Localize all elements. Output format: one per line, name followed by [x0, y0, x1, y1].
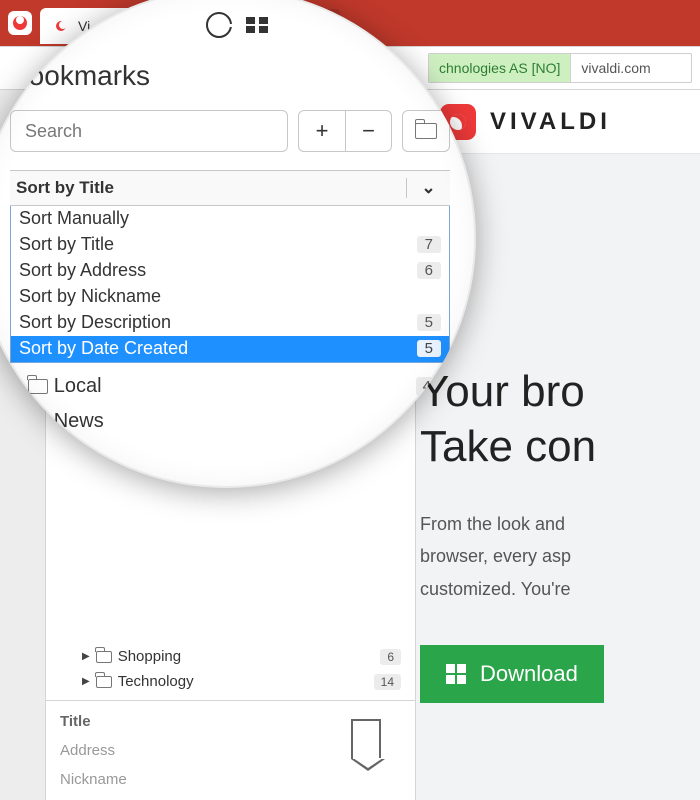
sort-option[interactable]: Sort by Title 7 [11, 232, 449, 258]
headline-1: Your bro [420, 364, 700, 419]
sort-option[interactable]: Sort by Nickname [11, 284, 449, 310]
folder-icon [28, 379, 48, 394]
sort-option-label: Sort by Nickname [19, 286, 161, 307]
windows-icon [446, 664, 466, 684]
sort-option-label: Sort Manually [19, 208, 129, 229]
new-folder-button[interactable] [403, 111, 449, 151]
count-badge: 7 [417, 236, 441, 253]
folder-count: 14 [374, 674, 401, 690]
favicon [52, 17, 70, 35]
expand-icon[interactable]: ▶ [82, 651, 90, 662]
address-text: vivaldi.com [571, 60, 660, 76]
folder-row[interactable]: ▶ Technology 14 [56, 669, 415, 694]
certificate-chip[interactable]: chnologies AS [NO] [429, 54, 571, 82]
panel-title: Bookmarks [10, 46, 450, 110]
sort-option-label: Sort by Date Created [19, 338, 188, 359]
count-badge: 5 [417, 314, 441, 331]
sort-option-label: Sort by Description [19, 312, 171, 333]
count-badge: 6 [417, 262, 441, 279]
bookmark-detail-form: Title Address Nickname [46, 700, 415, 800]
headline-2: Take con [420, 419, 700, 474]
folder-icon [96, 676, 112, 688]
app-icon [8, 11, 32, 35]
download-button[interactable]: Download [420, 645, 604, 703]
brand-name: VIVALDI [490, 108, 611, 136]
address-bar[interactable]: chnologies AS [NO] vivaldi.com [428, 53, 692, 83]
form-label-nickname: Nickname [60, 771, 315, 788]
sort-option-label: Sort by Title [19, 234, 114, 255]
search-input[interactable]: Search [10, 110, 288, 152]
folder-icon [28, 414, 48, 429]
page-header: VIVALDI [416, 90, 700, 154]
download-label: Download [480, 661, 578, 687]
body-line: customized. You're [420, 573, 700, 605]
folder-icon [96, 651, 112, 663]
chevron-down-icon[interactable]: ⌄ [406, 178, 450, 198]
body-line: browser, every asp [420, 540, 700, 572]
sort-option[interactable]: Sort by Description 5 [11, 310, 449, 336]
reload-icon[interactable] [206, 12, 232, 38]
folder-row[interactable]: ▶ Shopping 6 [56, 644, 415, 669]
form-label-address: Address [60, 742, 315, 759]
sort-header[interactable]: Sort by Title ⌄ [10, 170, 450, 206]
folder-icon [415, 123, 437, 139]
sort-dropdown: Sort Manually Sort by Title 7 Sort by Add… [10, 206, 450, 363]
sort-option[interactable]: Sort by Date Created 5 [11, 336, 449, 362]
folder-list: ▶ Local 4 ▶ News [10, 369, 450, 439]
folder-list: ▶ Shopping 6 ▶ Technology 14 [46, 638, 415, 700]
folder-label: Local [54, 375, 102, 398]
search-placeholder: Search [25, 121, 82, 142]
count-badge: 5 [417, 340, 441, 357]
remove-bookmark-button[interactable]: − [345, 111, 391, 151]
bookmark-icon [331, 713, 401, 759]
sort-header-label: Sort by Title [10, 178, 406, 198]
folder-row[interactable]: ▶ Local 4 [10, 369, 450, 404]
folder-label: Technology [118, 673, 194, 690]
expand-icon[interactable]: ▶ [82, 676, 90, 687]
sort-option[interactable]: Sort Manually [11, 206, 449, 232]
form-label-title: Title [60, 713, 315, 730]
body-line: From the look and [420, 508, 700, 540]
tile-view-icon[interactable] [246, 17, 268, 33]
folder-label: Shopping [118, 648, 181, 665]
sort-option-label: Sort by Address [19, 260, 146, 281]
folder-count: 6 [380, 649, 401, 665]
add-bookmark-button[interactable]: + [299, 111, 345, 151]
sort-option[interactable]: Sort by Address 6 [11, 258, 449, 284]
